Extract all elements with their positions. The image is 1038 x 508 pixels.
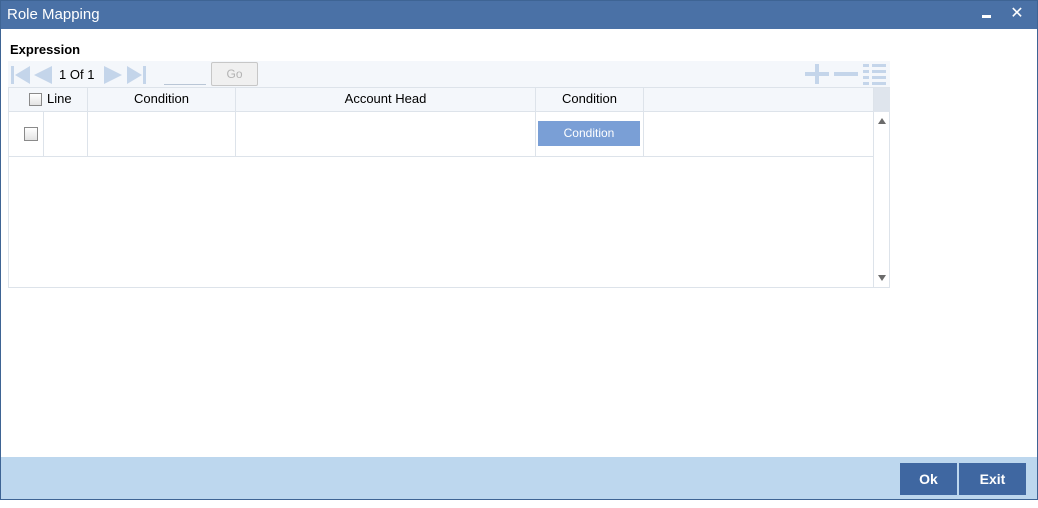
page-indicator: 1 Of 1	[59, 67, 94, 82]
row-select-cell	[9, 112, 43, 156]
condition-cell	[88, 112, 236, 156]
of-label: Of	[69, 67, 84, 82]
table-row: Condition	[9, 112, 873, 157]
go-button[interactable]: Go	[211, 62, 258, 86]
column-header-account-head: Account Head	[236, 88, 536, 111]
minimize-button[interactable]	[976, 3, 998, 25]
scroll-down-icon[interactable]	[878, 275, 886, 281]
title-bar: Role Mapping ✕	[1, 1, 1037, 29]
role-mapping-window: Role Mapping ✕ Expression 1 Of 1 Go Line…	[0, 0, 1038, 500]
section-title: Expression	[10, 42, 81, 57]
row-checkbox[interactable]	[24, 127, 38, 141]
window-title: Role Mapping	[7, 6, 100, 23]
column-header-line: Line	[43, 88, 88, 111]
column-header-line-label: Line	[47, 91, 72, 106]
previous-page-icon[interactable]	[32, 65, 54, 85]
column-header-condition-action: Condition	[536, 88, 644, 111]
footer-bar: Ok Exit	[1, 457, 1037, 499]
ok-button[interactable]: Ok	[900, 463, 957, 495]
column-header-spacer	[644, 88, 873, 111]
minimize-icon	[982, 15, 991, 18]
current-page: 1	[59, 67, 67, 82]
last-page-icon[interactable]	[126, 65, 148, 85]
delete-row-icon[interactable]	[833, 64, 859, 84]
add-row-icon[interactable]	[804, 64, 830, 84]
exit-button[interactable]: Exit	[959, 463, 1026, 495]
scroll-up-icon[interactable]	[878, 118, 886, 124]
header-select-cell	[9, 88, 43, 111]
close-icon: ✕	[1010, 5, 1024, 22]
single-view-icon[interactable]	[862, 63, 888, 85]
line-cell	[43, 112, 88, 156]
grid-navigation-bar: 1 Of 1 Go	[8, 61, 890, 87]
page-number-input[interactable]	[164, 66, 206, 85]
close-button[interactable]: ✕	[1006, 3, 1028, 25]
first-page-icon[interactable]	[10, 65, 32, 85]
column-header-condition: Condition	[88, 88, 236, 111]
expression-grid: Line Condition Account Head Condition Co…	[8, 87, 890, 288]
account-head-cell	[236, 112, 536, 156]
condition-button[interactable]: Condition	[538, 121, 640, 146]
scrollbar-header-cap	[874, 88, 890, 112]
grid-header: Line Condition Account Head Condition	[9, 88, 873, 112]
total-pages: 1	[87, 67, 95, 82]
vertical-scrollbar[interactable]	[873, 88, 890, 287]
next-page-icon[interactable]	[102, 65, 124, 85]
select-all-checkbox[interactable]	[29, 93, 42, 106]
